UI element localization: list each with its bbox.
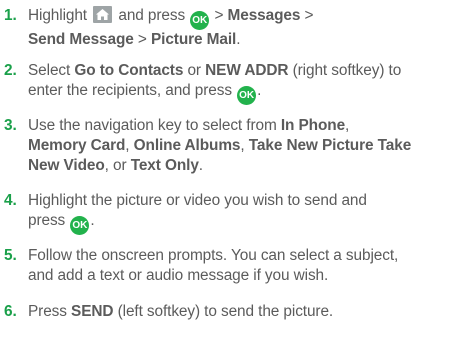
- step-text: Highlight the picture or video you wish …: [28, 191, 460, 235]
- home-icon: [93, 6, 113, 23]
- step-text: Use the navigation key to select from In…: [28, 117, 412, 174]
- step-number: 2.: [4, 62, 17, 79]
- option-new-video: New Video: [28, 157, 105, 174]
- menu-messages: Messages: [227, 7, 301, 24]
- step-number: 6.: [4, 303, 17, 320]
- step-text: Follow the onscreen prompts. You can sel…: [28, 247, 399, 284]
- instructions-document: 1. Highlight and press OK > Messages > S…: [0, 0, 463, 337]
- menu-send-message: Send Message: [28, 31, 134, 48]
- step-number: 1.: [4, 7, 17, 24]
- option-in-phone: In Phone: [280, 117, 346, 134]
- step-number: 5.: [4, 247, 17, 264]
- step-3: 3. Use the navigation key to select from…: [4, 116, 460, 176]
- step-number: 3.: [4, 117, 17, 134]
- ok-icon: OK: [190, 11, 210, 30]
- step-text: Select Go to Contacts or NEW ADDR (right…: [28, 61, 460, 105]
- step-6: 6. Press SEND (left softkey) to send the…: [4, 302, 460, 322]
- step-4: 4. Highlight the picture or video you wi…: [4, 191, 460, 235]
- ok-icon: OK: [70, 216, 90, 235]
- option-online-albums: Online Albums: [133, 137, 241, 154]
- step-text: Press SEND (left softkey) to send the pi…: [28, 303, 334, 320]
- step-number: 4.: [4, 192, 17, 209]
- step-5: 5. Follow the onscreen prompts. You can …: [4, 246, 460, 286]
- softkey-new-addr: NEW ADDR: [205, 62, 289, 79]
- step-1: 1. Highlight and press OK > Messages > S…: [4, 6, 460, 50]
- option-memory-card: Memory Card: [28, 137, 126, 154]
- softkey-send: SEND: [71, 303, 114, 320]
- option-take-new-picture: Take New Picture Take: [248, 137, 412, 154]
- step-text: Highlight and press OK > Messages > Send…: [28, 6, 314, 48]
- step-2: 2. Select Go to Contacts or NEW ADDR (ri…: [4, 61, 460, 105]
- option-go-to-contacts: Go to Contacts: [74, 62, 184, 79]
- menu-picture-mail: Picture Mail: [151, 31, 237, 48]
- option-text-only: Text Only: [130, 157, 199, 174]
- ok-icon: OK: [237, 86, 257, 105]
